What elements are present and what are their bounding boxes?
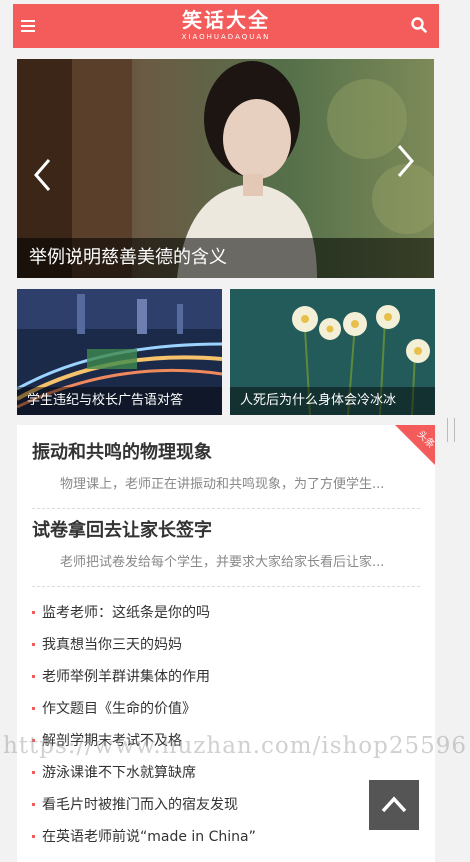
featured-article[interactable]: 振动和共鸣的物理现象 物理课上，老师正在讲振动和共鸣现象，为了方便学生... [32,439,420,492]
chevron-left-icon[interactable] [31,157,55,193]
list-item[interactable]: 老师举例羊群讲集体的作用 [32,661,420,693]
list-item[interactable]: 在英语老师前说“made in China” [32,821,420,853]
back-to-top-button[interactable] [369,780,419,830]
featured-title[interactable]: 振动和共鸣的物理现象 [32,439,420,467]
hero-caption[interactable]: 举例说明慈善美德的含义 [17,238,434,278]
divider [32,586,420,587]
hero-slider[interactable]: 举例说明慈善美德的含义 [17,59,434,278]
list-item[interactable]: 我真想当你三天的妈妈 [32,629,420,661]
list-item-title[interactable]: 作文题目《生命的价值》 [42,701,196,717]
list-item-title[interactable]: 我真想当你三天的妈妈 [42,637,182,653]
article-list: 监考老师：这纸条是你的吗 我真想当你三天的妈妈 老师举例羊群讲集体的作用 作文题… [32,597,420,853]
list-item-title[interactable]: 解剖学期末考试不及格 [42,733,182,749]
list-item[interactable]: 解剖学期末考试不及格 [32,725,420,757]
featured-summary: 老师把试卷发给每个学生，并要求大家给家长看后让家... [60,555,385,570]
list-item[interactable]: 看毛片时被推门而入的宿友发现 [32,789,420,821]
top-header: 笑话大全 XIAOHUADAQUAN [13,4,439,48]
thumbnail-caption: 人死后为什么身体会冷冰冰 [230,387,435,415]
arrow-up-icon [381,796,407,813]
chevron-right-icon[interactable] [393,143,417,179]
scrollbar-handle[interactable] [447,418,455,442]
list-item-title[interactable]: 监考老师：这纸条是你的吗 [42,605,210,621]
featured-article[interactable]: 试卷拿回去让家长签字 老师把试卷发给每个学生，并要求大家给家长看后让家... [32,517,420,570]
divider [32,508,420,509]
thumbnail-card[interactable]: 人死后为什么身体会冷冰冰 [230,289,435,415]
list-item-title[interactable]: 游泳课谁不下水就算缺席 [42,765,196,781]
list-item[interactable]: 监考老师：这纸条是你的吗 [32,597,420,629]
list-item-title[interactable]: 老师举例羊群讲集体的作用 [42,669,210,685]
thumbnail-caption: 学生违纪与校长广告语对答 [17,387,222,415]
list-item-title[interactable]: 在英语老师前说“made in China” [42,829,256,845]
list-item[interactable]: 游泳课谁不下水就算缺席 [32,757,420,789]
site-logo[interactable]: 笑话大全 XIAOHUADAQUAN [13,8,439,42]
featured-summary: 物理课上，老师正在讲振动和共鸣现象，为了方便学生... [60,477,385,492]
logo-subtext: XIAOHUADAQUAN [181,33,271,41]
list-item[interactable]: 作文题目《生命的价值》 [32,693,420,725]
featured-title[interactable]: 试卷拿回去让家长签字 [32,517,420,545]
search-icon[interactable] [411,17,427,33]
list-item-title[interactable]: 看毛片时被推门而入的宿友发现 [42,797,238,813]
logo-text: 笑话大全 [182,8,270,32]
thumbnail-card[interactable]: 学生违纪与校长广告语对答 [17,289,222,415]
